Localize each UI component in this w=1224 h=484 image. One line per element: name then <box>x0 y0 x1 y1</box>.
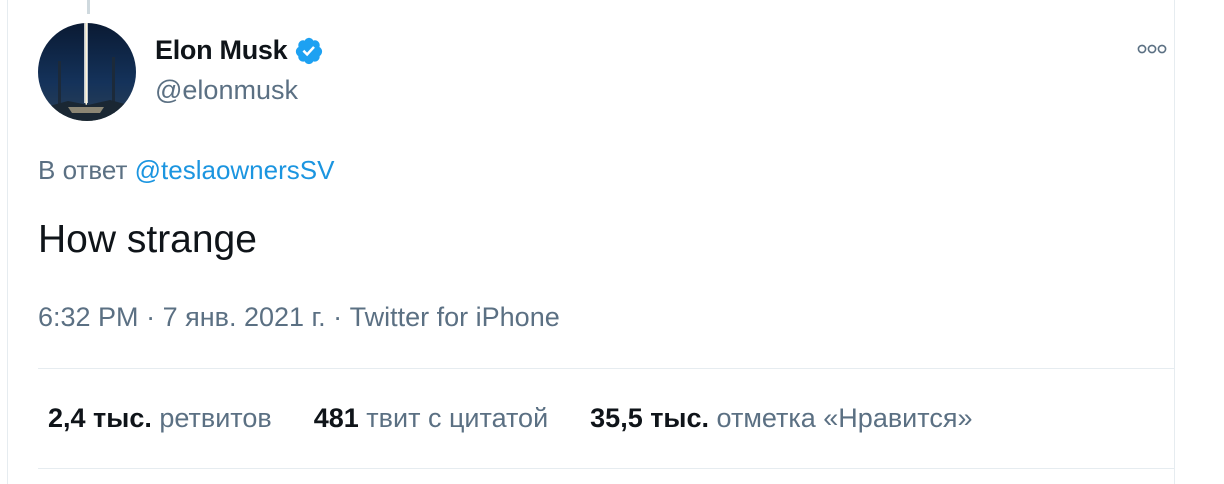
divider <box>38 368 1174 369</box>
retweets-stat[interactable]: 2,4 тыс. ретвитов <box>48 403 272 434</box>
meta-separator: · <box>146 302 156 332</box>
verified-badge-icon <box>296 37 323 64</box>
display-name[interactable]: Elon Musk <box>155 35 288 66</box>
author-handle[interactable]: @elonmusk <box>155 75 298 106</box>
likes-count: 35,5 тыс. <box>590 403 710 433</box>
quotes-label: твит с цитатой <box>366 403 549 433</box>
retweets-count: 2,4 тыс. <box>48 403 152 433</box>
more-options-button[interactable] <box>1130 34 1174 64</box>
quotes-stat[interactable]: 481 твит с цитатой <box>314 403 548 434</box>
avatar-image <box>38 23 136 121</box>
author-row[interactable]: Elon Musk <box>155 35 324 66</box>
likes-label: отметка «Нравится» <box>716 403 973 433</box>
tweet-source-link[interactable]: Twitter for iPhone <box>350 302 560 332</box>
tweet-date[interactable]: 7 янв. 2021 г. <box>163 302 326 332</box>
more-options-icon <box>1137 44 1167 54</box>
reply-context: В ответ @teslaownersSV <box>38 155 334 186</box>
avatar[interactable] <box>38 23 136 121</box>
quotes-count: 481 <box>313 403 359 433</box>
tweet-text: How strange <box>38 218 257 261</box>
reply-prefix: В ответ <box>38 155 128 185</box>
tweet-metadata: 6:32 PM · 7 янв. 2021 г. · Twitter for i… <box>38 302 560 333</box>
likes-stat[interactable]: 35,5 тыс. отметка «Нравится» <box>590 403 972 434</box>
engagement-stats: 2,4 тыс. ретвитов 481 твит с цитатой 35,… <box>48 403 1014 434</box>
meta-separator: · <box>333 302 343 332</box>
thread-connector-line <box>87 0 90 14</box>
retweets-label: ретвитов <box>159 403 272 433</box>
divider <box>38 468 1174 469</box>
reply-mention-link[interactable]: @teslaownersSV <box>135 155 335 185</box>
tweet-time[interactable]: 6:32 PM <box>38 302 139 332</box>
